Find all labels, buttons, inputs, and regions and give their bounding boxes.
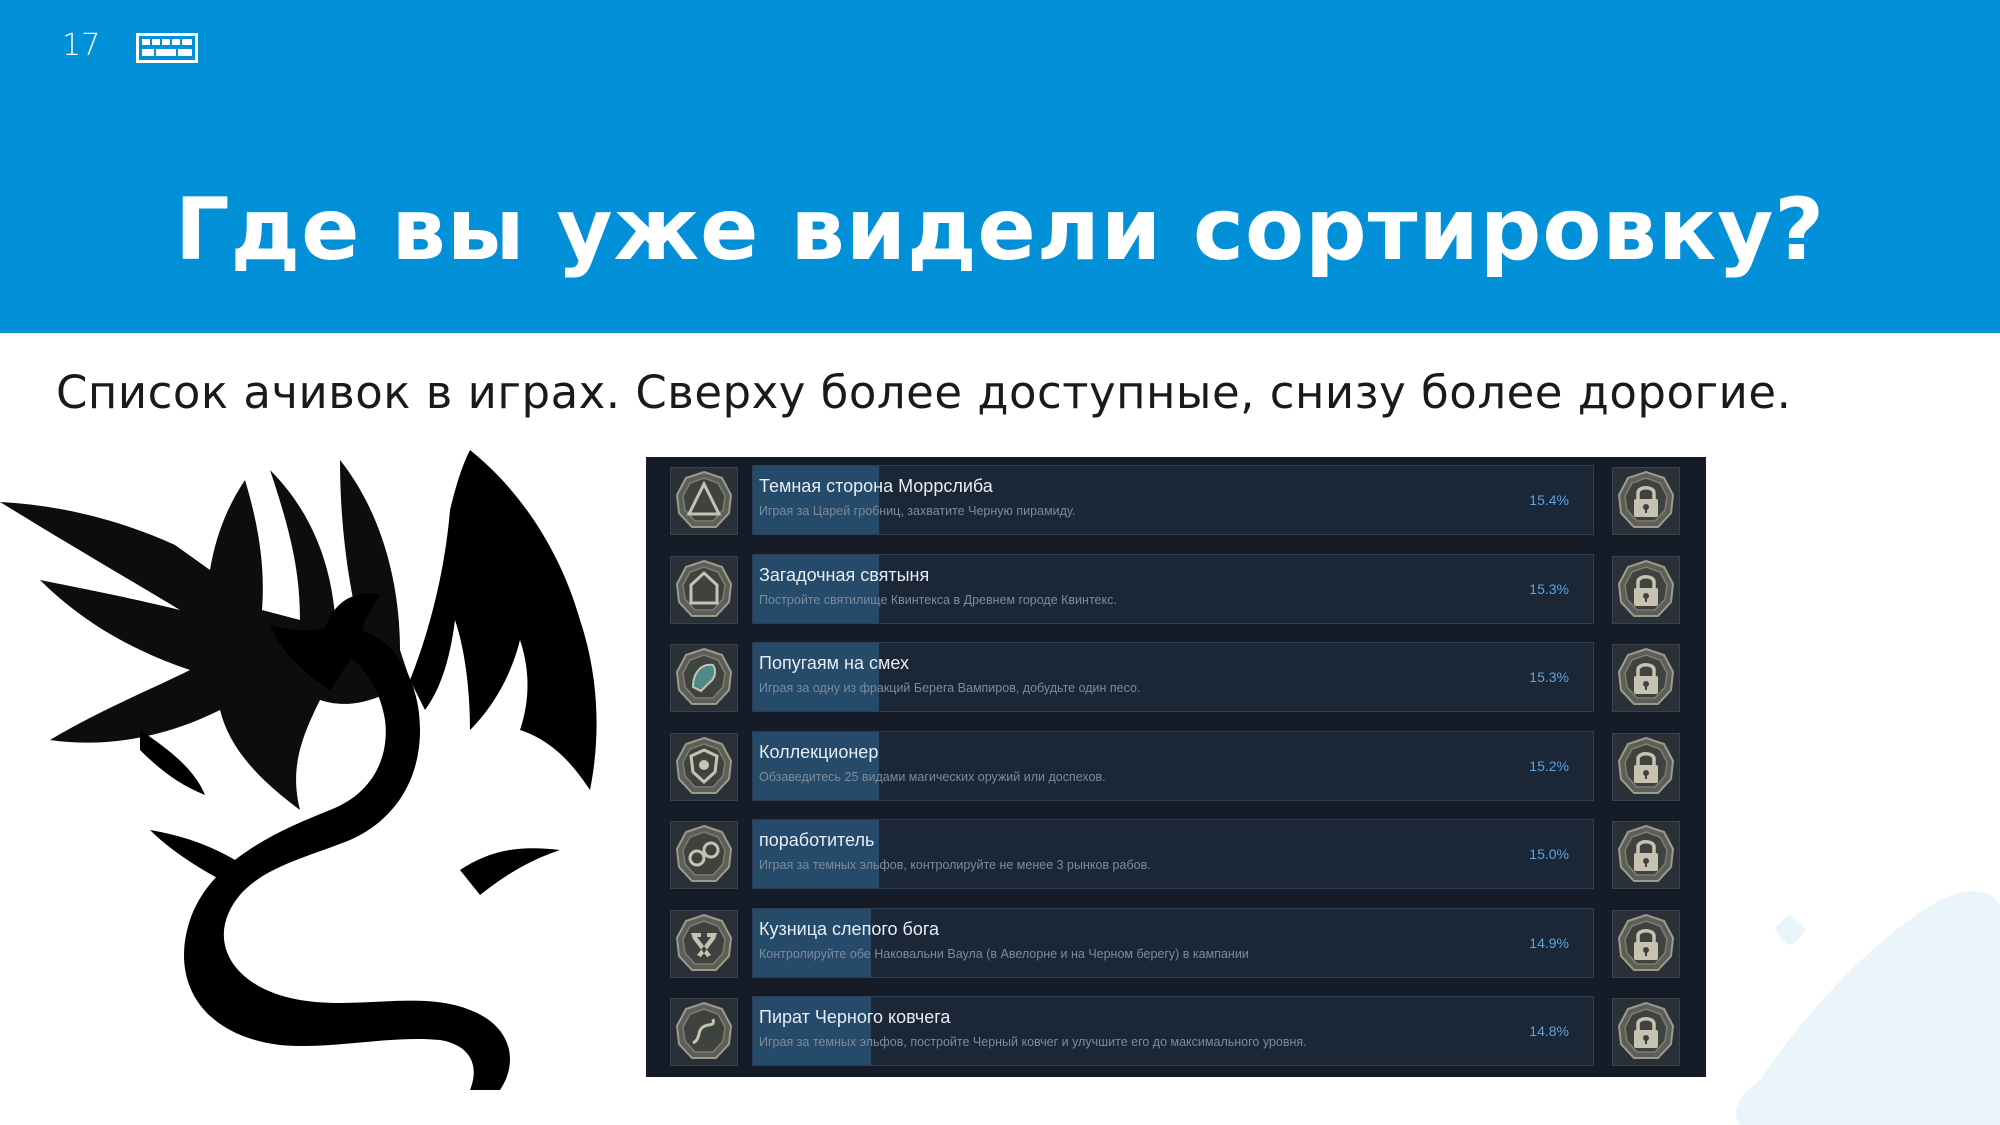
slide-header: 17 Где вы уже видели сортировку? — [0, 0, 2000, 333]
shackles-icon — [670, 821, 738, 889]
achievement-progress-box: Коллекционер Обзаведитесь 25 видами магич… — [752, 730, 1594, 801]
achievement-row: Загадочная святыня Постройте святилище Кв… — [646, 552, 1706, 628]
achievement-row: Темная сторона Моррслиба Играя за Царей г… — [646, 463, 1706, 539]
achievement-row: Попугаям на смех Играя за одну из фракций… — [646, 640, 1706, 716]
shrine-icon — [670, 555, 738, 624]
achievement-name: Пират Черного ковчега — [759, 1007, 951, 1027]
achievement-row: поработитель Играя за темных эльфов, конт… — [646, 817, 1706, 893]
lock-icon — [1612, 821, 1680, 889]
achievement-name: Загадочная святыня — [759, 564, 930, 585]
achievements-list: Темная сторона Моррслиба Играя за Царей г… — [646, 457, 1706, 1077]
achievement-percent: 14.9% — [1529, 934, 1569, 951]
lock-icon — [1612, 909, 1680, 978]
achievement-percent: 15.3% — [1529, 580, 1569, 597]
lock-icon — [1612, 732, 1680, 801]
achievement-description: Играя за одну из фракций Берега Вампиров… — [759, 681, 1141, 695]
slide-subtitle: Список ачивок в играх. Сверху более дост… — [56, 366, 1792, 419]
achievement-description: Играя за темных эльфов, постройте Черный… — [759, 1035, 1307, 1049]
achievement-progress-box: Пират Черного ковчега Играя за темных эль… — [752, 996, 1594, 1066]
achievement-progress-box: Темная сторона Моррслиба Играя за Царей г… — [752, 465, 1594, 535]
lock-icon — [1612, 644, 1680, 712]
shield-icon — [670, 732, 738, 801]
achievement-percent: 15.3% — [1529, 669, 1569, 685]
achievement-progress-box: поработитель Играя за темных эльфов, конт… — [752, 819, 1594, 889]
achievement-progress-box: Кузница слепого бога Контролируйте обе На… — [752, 907, 1594, 978]
hammers-icon — [670, 909, 738, 978]
decorative-shape — [1736, 891, 2000, 1125]
achievement-row: Пират Черного ковчега Играя за темных эль… — [646, 994, 1706, 1070]
serpent-icon — [670, 998, 738, 1066]
achievement-percent: 14.8% — [1529, 1023, 1569, 1039]
achievement-row: Кузница слепого бога Контролируйте обе На… — [646, 906, 1706, 982]
slide-title: Где вы уже видели сортировку? — [174, 180, 1826, 280]
achievement-name: Коллекционер — [759, 741, 879, 762]
dragon-illustration — [0, 450, 597, 1090]
achievement-name: поработитель — [759, 830, 875, 850]
achievement-description: Постройте святилище Квинтекса в Древнем … — [759, 592, 1117, 607]
lock-icon — [1612, 555, 1680, 624]
keyboard-logo-icon — [136, 33, 198, 63]
achievement-percent: 15.4% — [1529, 492, 1569, 508]
achievement-name: Кузница слепого бога — [759, 918, 940, 939]
achievement-description: Контролируйте обе Наковальни Ваула (в Ав… — [759, 946, 1249, 961]
achievement-progress-box: Загадочная святыня Постройте святилище Кв… — [752, 553, 1594, 624]
lock-icon — [1612, 998, 1680, 1066]
achievement-progress-box: Попугаям на смех Играя за одну из фракций… — [752, 642, 1594, 712]
achievement-percent: 15.2% — [1529, 757, 1569, 774]
achievement-name: Попугаям на смех — [759, 653, 909, 673]
achievement-name: Темная сторона Моррслиба — [759, 476, 993, 496]
achievement-description: Играя за Царей гробниц, захватите Черную… — [759, 504, 1076, 518]
parrot-icon — [670, 644, 738, 712]
achievement-description: Играя за темных эльфов, контролируйте не… — [759, 858, 1151, 872]
achievement-row: Коллекционер Обзаведитесь 25 видами магич… — [646, 729, 1706, 805]
slide-number: 17 — [62, 28, 101, 63]
lock-icon — [1612, 467, 1680, 535]
pyramid-icon — [670, 467, 738, 535]
achievement-description: Обзаведитесь 25 видами магических оружий… — [759, 769, 1106, 784]
achievement-percent: 15.0% — [1529, 846, 1569, 862]
